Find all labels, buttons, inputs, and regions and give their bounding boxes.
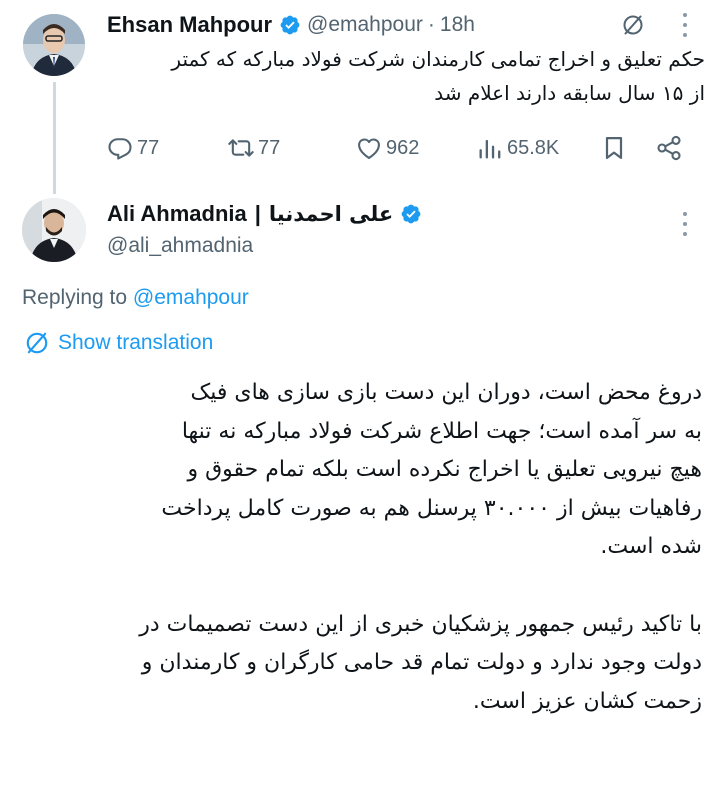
tweet-header: Ehsan Mahpour @emahpour · 18h: [107, 10, 475, 40]
reply-icon: [108, 138, 132, 160]
reply-tweet[interactable]: Ali Ahmadnia | علی احمدنیا @ali_ahmadnia…: [0, 188, 721, 800]
tweet-text-line: با تاکید رئیس جمهور پزشکیان خبری از این …: [139, 611, 702, 637]
author-name-persian[interactable]: علی احمدنیا: [269, 202, 393, 226]
name-separator: |: [254, 201, 261, 226]
avatar-photo: [23, 14, 85, 76]
grok-icon[interactable]: [621, 13, 645, 37]
reply-count: 77: [137, 136, 160, 159]
timestamp[interactable]: 18h: [440, 13, 475, 37]
like-button[interactable]: 962: [355, 128, 419, 168]
views-button[interactable]: 65.8K: [476, 128, 559, 168]
avatar[interactable]: [22, 198, 86, 262]
author-name[interactable]: Ali Ahmadnia: [107, 201, 247, 227]
repost-icon: [228, 139, 254, 157]
tweet-text-line: شده است.: [600, 534, 702, 559]
separator-dot: ·: [427, 13, 435, 36]
reply-button[interactable]: 77: [106, 128, 159, 168]
repost-button[interactable]: 77: [227, 128, 280, 168]
tweet-text-line: زحمت کشان عزیز است.: [472, 688, 702, 714]
more-icon[interactable]: [681, 13, 689, 37]
author-name[interactable]: Ehsan Mahpour: [107, 12, 272, 38]
tweet-header: Ali Ahmadnia | علی احمدنیا: [107, 199, 428, 229]
tweet-text-line: هیچ نیرویی تعلیق یا اخراج نکرده است بلکه…: [187, 457, 702, 482]
heart-icon: [358, 138, 380, 159]
bookmark-button[interactable]: [600, 128, 631, 168]
author-handle[interactable]: @ali_ahmadnia: [107, 234, 253, 258]
replying-to: Replying to @emahpour: [22, 286, 249, 310]
action-bar: 77 77 962 65.8K: [0, 128, 721, 168]
views-icon: [479, 139, 501, 159]
tweet-text-line: به سر آمده است؛ جهت اطلاع شرکت فولاد مبا…: [181, 418, 702, 444]
parent-tweet[interactable]: Ehsan Mahpour @emahpour · 18h حکم تعلیق …: [0, 0, 721, 194]
tweet-text-line: از ۱۵ سال سابقه دارند اعلام شد: [434, 81, 705, 105]
show-translation-label: Show translation: [58, 331, 214, 354]
translate-icon: [26, 332, 48, 354]
replying-handle-link[interactable]: @emahpour: [133, 286, 249, 309]
more-icon[interactable]: [681, 212, 689, 236]
tweet-text-line: دروغ محض است، دوران این دست بازی سازی ها…: [190, 380, 702, 405]
avatar-photo: [22, 198, 86, 262]
tweet-text-line: رفاهیات بیش از ۳۰.۰۰۰ پرسنل هم به صورت ک…: [161, 495, 702, 521]
like-count: 962: [386, 136, 420, 159]
views-count: 65.8K: [507, 136, 560, 159]
tweet-text: دروغ محض است، دوران این دست بازی سازی ها…: [22, 374, 702, 721]
verified-badge-icon: [280, 15, 300, 35]
avatar[interactable]: [23, 14, 85, 76]
bookmark-icon: [605, 136, 623, 160]
author-handle[interactable]: @emahpour: [307, 13, 423, 37]
tweet-text-line: حکم تعلیق و اخراج تمامی کارمندان شرکت فو…: [171, 47, 705, 71]
tweet-text-line: دولت وجود ندارد و دولت تمام قد حامی کارگ…: [141, 650, 702, 675]
repost-count: 77: [258, 136, 281, 159]
tweet-text: حکم تعلیق و اخراج تمامی کارمندان شرکت فو…: [105, 42, 705, 110]
verified-badge-icon: [401, 204, 421, 224]
replying-label: Replying to: [22, 286, 128, 309]
share-icon: [657, 135, 681, 161]
show-translation-button[interactable]: Show translation: [24, 328, 213, 358]
share-button[interactable]: [655, 128, 686, 168]
